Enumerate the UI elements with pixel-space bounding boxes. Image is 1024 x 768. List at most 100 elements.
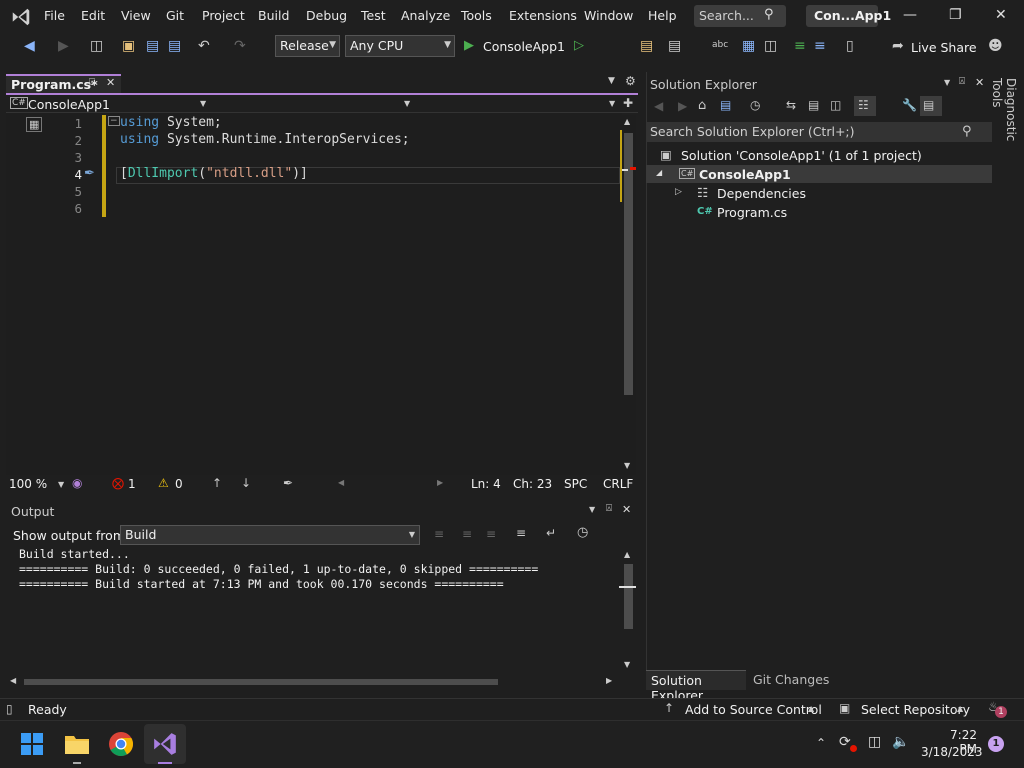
diagnostic-tools-tab[interactable]: Diagnostic Tools: [990, 78, 1018, 162]
start-without-debug-icon[interactable]: ▷: [574, 38, 584, 53]
next-issue-icon[interactable]: ↓: [241, 476, 251, 490]
forward-icon[interactable]: ▶: [678, 99, 687, 113]
layout-icon[interactable]: ▤: [668, 38, 681, 54]
tree-solution[interactable]: Solution 'ConsoleApp1' (1 of 1 project): [681, 148, 922, 163]
menu-edit[interactable]: Edit: [81, 8, 105, 23]
menu-build[interactable]: Build: [258, 8, 289, 23]
scroll-thumb[interactable]: [624, 133, 633, 395]
account-icon[interactable]: ☻: [988, 38, 1003, 54]
live-share-icon[interactable]: ➦: [892, 38, 904, 54]
code-line-1[interactable]: using System;: [120, 115, 222, 130]
start-debug-icon[interactable]: ▶: [464, 38, 474, 53]
chevron-down-icon[interactable]: ▼: [404, 99, 410, 108]
spellcheck-icon[interactable]: abc: [712, 40, 728, 50]
menu-file[interactable]: File: [44, 8, 65, 23]
scroll-up-icon[interactable]: ▲: [624, 550, 630, 559]
properties-wrench-icon[interactable]: 🔧: [902, 98, 917, 112]
expand-icon[interactable]: ▷: [675, 187, 682, 197]
solution-title[interactable]: Con...App1: [806, 5, 891, 27]
whitespace-indicator[interactable]: SPC: [564, 477, 587, 491]
find-message-icon[interactable]: ≡: [434, 527, 444, 541]
tab-list-icon[interactable]: ▼: [608, 76, 615, 86]
clock-icon[interactable]: ◷: [577, 525, 588, 540]
scroll-right-icon[interactable]: ▶: [437, 478, 443, 487]
warning-count[interactable]: 0: [175, 477, 183, 491]
tree-project[interactable]: ConsoleApp1: [699, 167, 791, 182]
windows-start-icon[interactable]: [20, 732, 44, 756]
live-share-button[interactable]: Live Share: [911, 40, 977, 55]
output-horizontal-scrollbar[interactable]: ◀ ▶: [8, 676, 616, 688]
expand-collapse-icon[interactable]: ◢: [656, 168, 662, 177]
pin-icon[interactable]: ⍓: [89, 77, 95, 88]
tab-git-changes[interactable]: Git Changes: [748, 670, 838, 690]
intellicode-icon[interactable]: ◉: [72, 476, 82, 490]
back-icon[interactable]: ◀: [24, 38, 35, 54]
toggle-icon[interactable]: ▦: [742, 38, 755, 54]
error-icon[interactable]: ⨂: [112, 476, 124, 490]
menu-debug[interactable]: Debug: [306, 8, 347, 23]
chevron-up-icon[interactable]: ▲: [808, 704, 814, 713]
restore-button[interactable]: ❐: [949, 7, 962, 23]
scroll-left-icon[interactable]: ◀: [10, 676, 16, 685]
scroll-down-icon[interactable]: ▼: [624, 461, 630, 470]
back-icon[interactable]: ◀: [654, 99, 663, 113]
code-cleanup-icon[interactable]: ✒: [283, 476, 293, 490]
run-target-label[interactable]: ConsoleApp1: [483, 39, 565, 54]
clock-date[interactable]: 3/18/2023: [921, 745, 983, 759]
undo-icon[interactable]: ↶: [198, 38, 210, 54]
configuration-select[interactable]: Release ▼: [275, 35, 340, 57]
uncomment-icon[interactable]: ≡: [814, 38, 826, 54]
warning-icon[interactable]: ⚠: [158, 476, 169, 490]
next-message-icon[interactable]: ≡: [486, 527, 496, 541]
file-explorer-icon[interactable]: [64, 732, 90, 756]
select-repository[interactable]: Select Repository: [861, 702, 970, 717]
editor-vertical-scrollbar[interactable]: ▲ ▼: [620, 115, 636, 475]
menu-extensions[interactable]: Extensions: [509, 8, 577, 23]
menu-tools[interactable]: Tools: [461, 8, 492, 23]
preview-icon[interactable]: ▤: [920, 96, 942, 116]
line-ending-indicator[interactable]: CRLF: [603, 477, 633, 491]
close-panel-icon[interactable]: ✕: [975, 76, 984, 89]
menu-window[interactable]: Window: [584, 8, 633, 23]
code-line-4[interactable]: [DllImport("ntdll.dll")]: [120, 166, 308, 181]
collapse-icon[interactable]: −: [108, 116, 120, 126]
tree-program-cs[interactable]: Program.cs: [717, 205, 787, 220]
menu-help[interactable]: Help: [648, 8, 677, 23]
output-vertical-scrollbar[interactable]: ▲ ▼: [619, 548, 636, 672]
chevron-down-icon[interactable]: ▼: [58, 480, 64, 489]
chevron-down-icon[interactable]: ▼: [609, 99, 615, 108]
tree-dependencies[interactable]: Dependencies: [717, 186, 806, 201]
browse-icon[interactable]: ▤: [640, 38, 653, 54]
tab-solution-explorer[interactable]: Solution Explorer: [646, 670, 746, 703]
save-icon[interactable]: ▤: [146, 38, 159, 54]
visual-studio-taskbar-icon[interactable]: [152, 731, 178, 757]
sync-icon[interactable]: ⇆: [786, 98, 796, 112]
bookmark-icon[interactable]: ▯: [846, 38, 854, 54]
scroll-right-icon[interactable]: ▶: [606, 676, 612, 685]
volume-icon[interactable]: 🔈: [892, 734, 909, 750]
tab-program-cs[interactable]: Program.cs*: [6, 74, 121, 93]
show-hidden-icons-chevron-icon[interactable]: ⌃: [816, 736, 826, 750]
word-wrap-icon[interactable]: ↵: [546, 526, 556, 540]
prev-issue-icon[interactable]: ↑: [212, 476, 222, 490]
platform-select[interactable]: Any CPU ▼: [345, 35, 455, 57]
chevron-up-icon[interactable]: ▲: [957, 704, 963, 713]
column-indicator[interactable]: Ch: 23: [513, 477, 552, 491]
quick-actions-brush-icon[interactable]: ✒: [84, 166, 95, 181]
chrome-icon[interactable]: [108, 731, 134, 757]
redo-icon[interactable]: ↷: [234, 38, 246, 54]
menu-git[interactable]: Git: [166, 8, 184, 23]
clear-all-icon[interactable]: ≡: [516, 526, 526, 540]
network-icon[interactable]: ◫: [868, 734, 881, 750]
minimize-button[interactable]: —: [903, 7, 917, 23]
chevron-down-icon[interactable]: ▼: [200, 99, 206, 108]
add-to-source-control[interactable]: Add to Source Control: [685, 702, 822, 717]
show-all-files-icon[interactable]: ◫: [830, 98, 841, 112]
home-icon[interactable]: ⌂: [698, 98, 706, 113]
settings-gear-icon[interactable]: ⚙: [625, 74, 636, 88]
save-all-icon[interactable]: ▤: [168, 38, 181, 54]
scroll-thumb[interactable]: [624, 564, 633, 629]
close-output-icon[interactable]: ✕: [622, 503, 631, 516]
pin-icon[interactable]: ⍓: [606, 503, 612, 514]
comment-icon[interactable]: ≡: [794, 38, 806, 54]
